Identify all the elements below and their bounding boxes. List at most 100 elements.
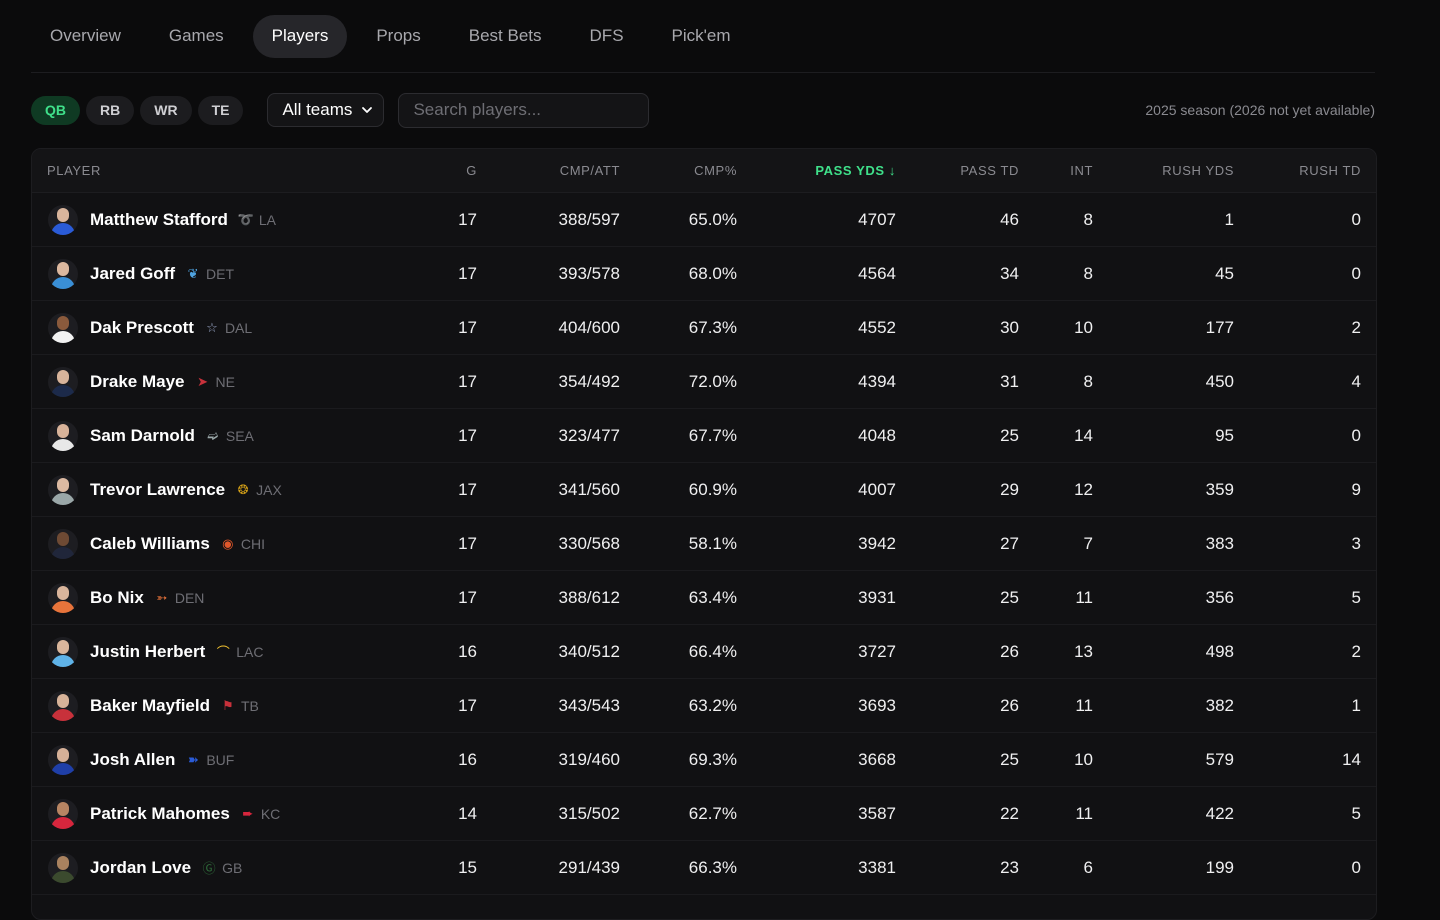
search-players-input[interactable] [398,92,650,128]
column-header-pass-yds-label: PASS YDS [815,163,885,178]
table-row[interactable]: Baker Mayfield ⚑ TB 17 343/543 63.2% 3693 26 11 3… [32,678,1376,733]
tab-players[interactable]: Players [252,14,348,58]
tab-overview[interactable]: Overview [31,15,140,58]
stat-int: 11 [1034,570,1108,625]
column-header-cmp-pct[interactable]: CMP% [635,149,752,193]
position-chip-rb[interactable]: RB [86,95,135,125]
player-info: Baker Mayfield ⚑ TB [48,690,402,721]
team-select[interactable]: All teams [267,93,385,127]
table-row[interactable]: Justin Herbert ⌒ LAC 16 340/512 66.4% 3727 26 13… [32,624,1376,679]
table-row[interactable]: Trevor Lawrence ❂ JAX 17 341/560 60.9% 4007 29 1… [32,462,1376,517]
player-name[interactable]: Trevor Lawrence [90,480,225,500]
column-header-rush-yds[interactable]: RUSH YDS [1108,149,1249,193]
tab-dfs[interactable]: DFS [571,15,643,58]
column-header-player[interactable]: PLAYER [32,149,417,193]
stat-pass-yds: 3381 [752,840,911,895]
player-cell[interactable]: Drake Maye ➤ NE [32,354,417,409]
table-row[interactable]: Dak Prescott ☆ DAL 17 404/600 67.3% 4552 30 10 17… [32,300,1376,355]
player-name[interactable]: Jared Goff [90,264,175,284]
stat-cmp-att: 323/477 [492,408,635,463]
table-row[interactable]: Drake Maye ➤ NE 17 354/492 72.0% 4394 31 8 450 4 [32,354,1376,409]
table-row[interactable]: Sam Darnold ➫ SEA 17 323/477 67.7% 4048 25 14 95 0 [32,408,1376,463]
team-abbr: DET [206,265,235,282]
column-header-cmp-att[interactable]: CMP/ATT [492,149,635,193]
player-name[interactable]: Justin Herbert [90,642,205,662]
tab-best-bets[interactable]: Best Bets [450,15,561,58]
table-row[interactable]: Bo Nix ➳ DEN 17 388/612 63.4% 3931 25 11 356 5 [32,570,1376,625]
player-name[interactable]: Dak Prescott [90,318,194,338]
table-row[interactable]: Jordan Love Ⓖ GB 15 291/439 66.3% 3381 23 6 199 0 [32,840,1376,895]
player-name[interactable]: Caleb Williams [90,534,210,554]
stat-cmp-pct: 68.0% [635,246,752,301]
team-abbr: LA [258,211,277,228]
column-header-int[interactable]: INT [1034,149,1108,193]
player-cell[interactable]: Josh Allen ➽ BUF [32,732,417,787]
player-name[interactable]: Drake Maye [90,372,185,392]
position-chip-qb[interactable]: QB [31,95,80,125]
top-nav: Overview Games Players Props Best Bets D… [31,0,1375,73]
column-header-pass-td[interactable]: PASS TD [911,149,1034,193]
table-row[interactable]: Matthew Stafford ➰ LA 17 388/597 65.0% 4707 46 8… [32,192,1376,247]
player-cell[interactable]: Matthew Stafford ➰ LA [32,192,417,247]
player-name[interactable]: Jordan Love [90,858,191,878]
position-chip-wr[interactable]: WR [140,95,192,125]
player-cell[interactable]: Trevor Lawrence ❂ JAX [32,462,417,517]
player-avatar [48,528,78,559]
player-name[interactable]: Matthew Stafford [90,210,228,230]
player-avatar [48,312,78,343]
table-row[interactable]: Josh Allen ➽ BUF 16 319/460 69.3% 3668 25 10 579 1… [32,732,1376,787]
stat-pass-yds: 3693 [752,678,911,733]
column-header-rush-td[interactable]: RUSH TD [1249,149,1376,193]
team-abbr: BUF [206,751,235,768]
player-avatar [48,204,78,235]
position-chip-te[interactable]: TE [197,95,244,125]
table-row[interactable]: Caleb Williams ◉ CHI 17 330/568 58.1% 3942 27 7 3… [32,516,1376,571]
player-cell[interactable]: Sam Darnold ➫ SEA [32,408,417,463]
player-name[interactable]: Bo Nix [90,588,144,608]
player-avatar [48,582,78,613]
tab-props[interactable]: Props [357,15,439,58]
stat-rush-td: 14 [1249,732,1376,787]
player-name[interactable]: Patrick Mahomes [90,804,230,824]
team-abbr: DEN [174,589,205,606]
team-abbr: DAL [224,319,253,336]
player-cell[interactable]: Dak Prescott ☆ DAL [32,300,417,355]
player-cell[interactable]: Bo Nix ➳ DEN [32,570,417,625]
player-name[interactable]: Sam Darnold [90,426,195,446]
player-cell[interactable]: Baker Mayfield ⚑ TB [32,678,417,733]
team-abbr: LAC [236,643,264,660]
table-row[interactable]: Patrick Mahomes ➨ KC 14 315/502 62.7% 3587 22 11… [32,786,1376,841]
stat-games: 17 [417,462,492,517]
player-avatar [48,690,78,721]
player-name[interactable]: Josh Allen [90,750,175,770]
stat-pass-td: 25 [911,570,1034,625]
column-header-pass-yds[interactable]: PASS YDS ↓ [752,149,911,193]
stat-int: 10 [1034,300,1108,355]
column-header-games[interactable]: G [417,149,492,193]
bear-icon: ◉ [222,535,234,551]
stat-pass-yds: 4707 [752,192,911,247]
tab-games[interactable]: Games [150,15,243,58]
table-row[interactable]: Jared Goff ❦ DET 17 393/578 68.0% 4564 34 8 45 0 [32,246,1376,301]
player-cell[interactable]: Patrick Mahomes ➨ KC [32,786,417,841]
stat-cmp-att: 319/460 [492,732,635,787]
player-cell[interactable]: Jared Goff ❦ DET [32,246,417,301]
stat-pass-yds: 4564 [752,246,911,301]
stat-pass-td: 27 [911,516,1034,571]
team-abbr: TB [241,697,259,714]
player-cell[interactable]: Jordan Love Ⓖ GB [32,840,417,895]
stat-rush-yds: 199 [1108,840,1249,895]
seahawk-icon: ➫ [207,427,219,443]
player-name[interactable]: Baker Mayfield [90,696,210,716]
tab-pickem[interactable]: Pick'em [653,15,750,58]
stat-cmp-att: 388/597 [492,192,635,247]
bolt-icon: ⌒ [216,645,230,660]
stat-games: 17 [417,408,492,463]
player-cell[interactable]: Caleb Williams ◉ CHI [32,516,417,571]
stat-cmp-pct: 69.3% [635,732,752,787]
player-avatar [48,366,78,397]
player-avatar [48,798,78,829]
player-info: Dak Prescott ☆ DAL [48,312,402,343]
player-info: Caleb Williams ◉ CHI [48,528,402,559]
player-cell[interactable]: Justin Herbert ⌒ LAC [32,624,417,679]
